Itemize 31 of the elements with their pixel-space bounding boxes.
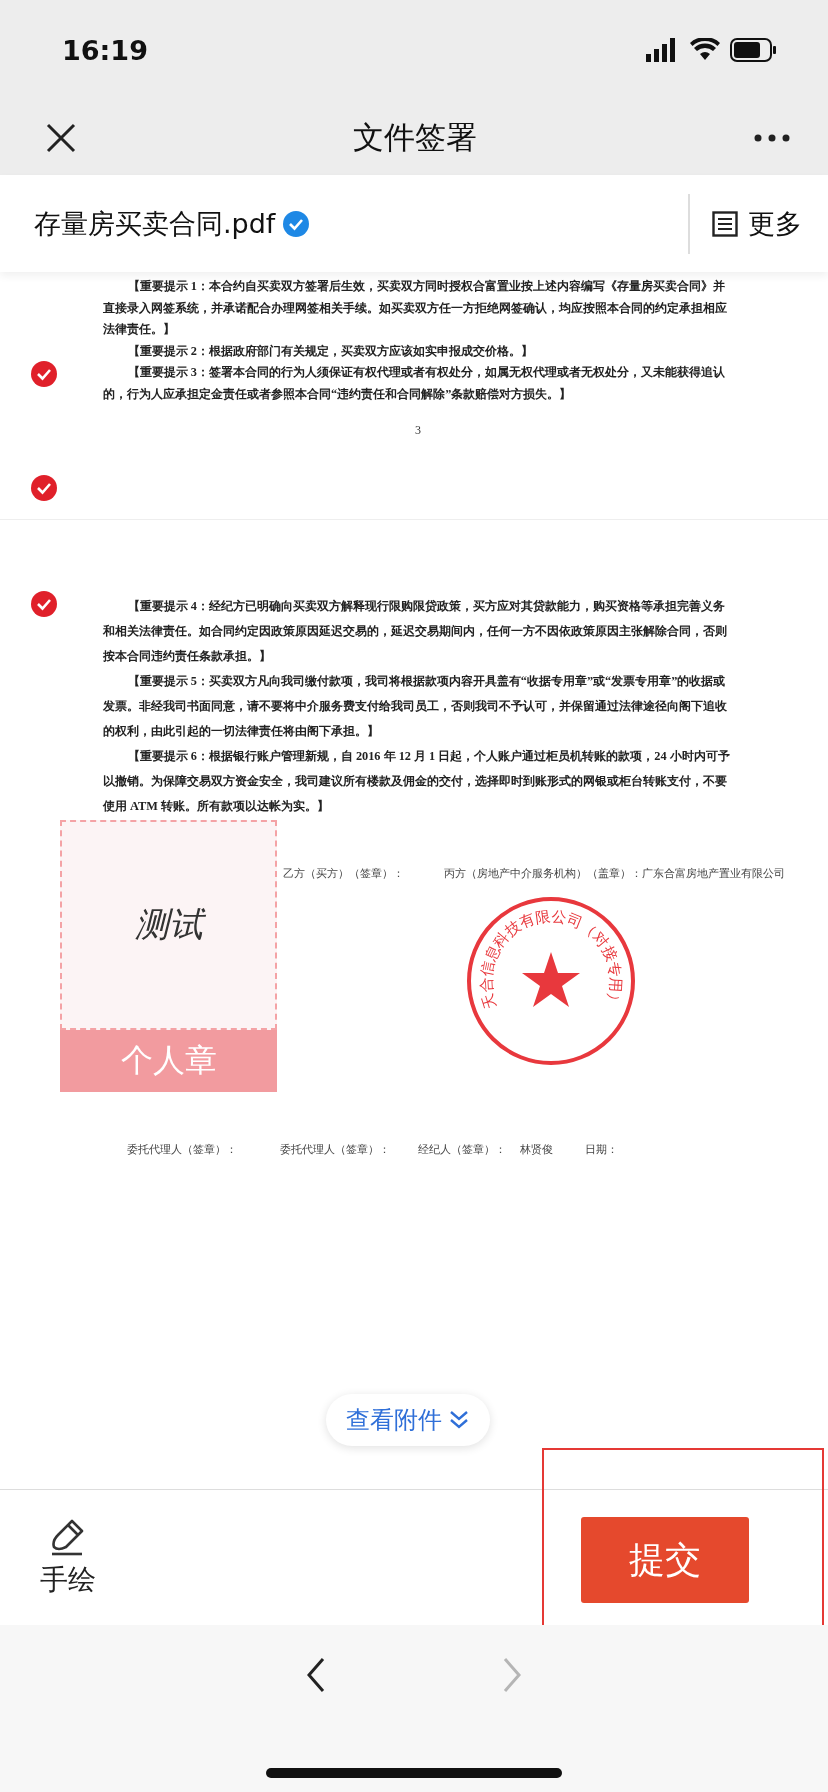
battery-icon	[730, 38, 778, 62]
signature-label: 日期：	[585, 1143, 618, 1157]
view-attachments-button[interactable]: 查看附件	[326, 1394, 490, 1446]
page-number: 3	[414, 423, 422, 438]
check-circle-icon[interactable]	[30, 360, 58, 388]
signature-label: 委托代理人（签章）：	[280, 1143, 391, 1157]
signature-label: 丙方（房地产中介服务机构）（盖章）：广东合富房地产置业有限公司	[444, 867, 785, 881]
contract-paragraph: 【重要提示 5：买卖双方凡向我司缴付款项，我司将根据款项内容开具盖有“收据专用章”或“发票专用章”的收据或发票。非经我司书面同意，请不要将中介服务费支付给我司员工，否则我司不予认可，并保留通过法律途径向阁下追收的权利，由此引起的一切法律责任将由阁下承担。】	[103, 673, 728, 740]
signature-label: 乙方（买方）（签章）：	[283, 867, 404, 881]
double-chevron-down-icon	[448, 1409, 470, 1431]
contract-paragraph: 【重要提示 4：经纪方已明确向买卖双方解释现行限购限贷政策，买方应对其贷款能力，购买资格等承担完善义务和相关法律责任。如合同约定因政策原因延迟交易的，延迟交易期间内，任何一方不因依政策原因主张解除合同，否则按本合同违约责任条款承担。】	[103, 598, 728, 665]
signature-area[interactable]: 测试	[60, 820, 277, 1030]
check-circle-icon[interactable]	[30, 590, 58, 618]
close-icon[interactable]	[46, 122, 76, 153]
contract-paragraph: 【重要提示 3：签署本合同的行为人须保证有权代理或者有权处分，如属无权代理或者无权处分，又未能获得追认的，行为人应承担定金责任或者参照本合同“违约责任和合同解除”条款赔偿对方损失。】	[103, 364, 726, 403]
contract-paragraph: 【重要提示 2：根据政府部门有关规定，买卖双方应该如实申报成交价格。】	[126, 342, 534, 360]
list-icon	[712, 210, 738, 237]
signature-label: 委托代理人（签章）：	[127, 1143, 238, 1157]
file-name: 存量房买卖合同.pdf	[34, 206, 276, 241]
signature-label: 经纪人（签章）：	[418, 1143, 507, 1157]
page-title: 文件签署	[353, 117, 477, 157]
status-time: 16:19	[62, 34, 148, 66]
hand-draw-button[interactable]: 手绘	[40, 1516, 96, 1599]
more-icon[interactable]	[754, 133, 790, 142]
contract-paragraph: 【重要提示 6：根据银行账户管理新规，自 2016 年 12 月 1 日起，个人账户通过柜员机转账的款项，24 小时内可予以撤销。为保障交易双方资金安全，我司建议所有楼款及佣金的交付，选择即时到账形式的网银或柜台转账支付，不要使用 ATM 转账。所有款项以达帐为实。】	[103, 748, 731, 815]
wifi-icon	[690, 38, 720, 62]
signature-label: 林贤俊	[520, 1143, 554, 1157]
submit-button[interactable]: 提交	[581, 1517, 749, 1603]
contract-paragraph: 【重要提示 1：本合约自买卖双方签署后生效，买卖双方同时授权合富置业按上述内容编写《存量房买卖合同》并直接录入网签系统，并承诺配合办理网签相关手续。如买卖双方任一方拒绝网签确认，均应按照本合同的约定承担相应法律责任。】	[103, 278, 728, 338]
check-circle-icon[interactable]	[30, 474, 58, 502]
more-button[interactable]: 更多	[690, 205, 828, 242]
